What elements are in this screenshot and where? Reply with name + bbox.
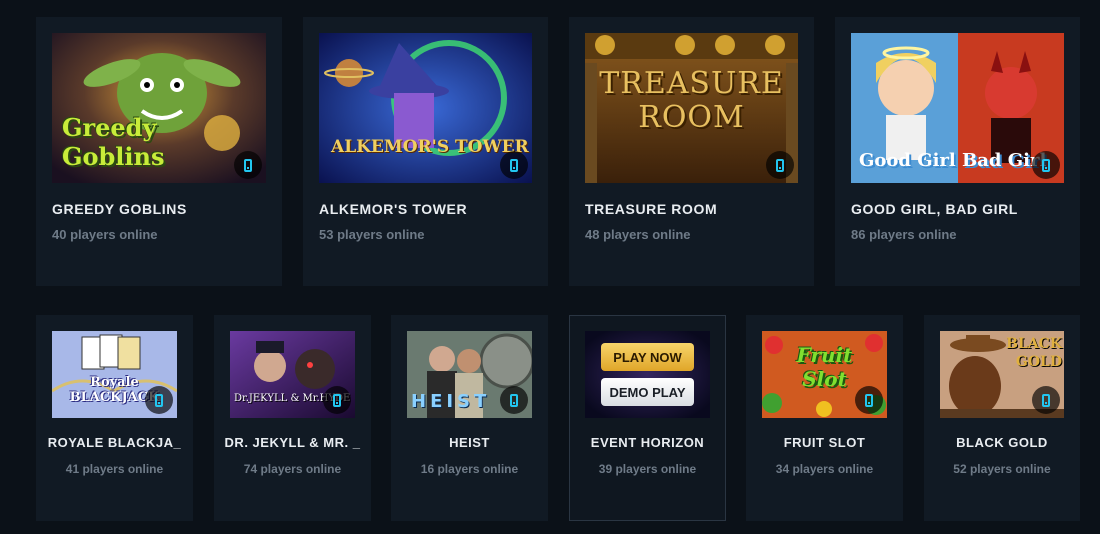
game-logo-text: BLACK GOLD [1006,336,1062,370]
game-thumbnail[interactable]: Royale BLACKJACK [52,331,177,418]
game-card-dr-jekyll[interactable]: Dr.JEKYLL & Mr.HYDE DR. JEKYLL & MR. _ 7… [214,315,371,521]
game-card-royale-blackjack[interactable]: Royale BLACKJACK ROYALE BLACKJA_ 41 play… [36,315,193,521]
game-thumbnail[interactable]: HEIST [407,331,532,418]
game-thumbnail[interactable]: Dr.JEKYLL & Mr.HYDE [230,331,355,418]
players-online: 74 players online [243,462,342,476]
game-title[interactable]: FRUIT SLOT [746,435,903,450]
game-title[interactable]: ALKEMOR'S TOWER [319,201,467,217]
players-online: 52 players online [953,462,1051,476]
players-online: 53 players online [319,227,425,242]
game-title[interactable]: GREEDY GOBLINS [52,201,187,217]
game-logo-text: ALKEMOR'S TOWER [331,137,529,157]
game-thumbnail[interactable]: ALKEMOR'S TOWER [319,33,532,183]
game-thumbnail[interactable]: Fruit Slot [762,331,887,418]
players-online: 16 players online [420,462,519,476]
game-thumbnail[interactable]: TREASURE ROOM [585,33,798,183]
game-card-fruit-slot[interactable]: Fruit Slot FRUIT SLOT 34 players online [746,315,903,521]
game-logo-text: TREASURE ROOM [599,66,784,135]
players-online: 86 players online [851,227,957,242]
demo-play-button[interactable]: DEMO PLAY [601,378,694,406]
players-online: 48 players online [585,227,691,242]
mobile-phone-icon [855,386,883,414]
game-title[interactable]: ROYALE BLACKJA_ [36,435,193,450]
game-title[interactable]: GOOD GIRL, BAD GIRL [851,201,1018,217]
game-card-good-girl-bad-girl[interactable]: Good Girl Bad Girl GOOD GIRL, BAD GIRL 8… [835,17,1080,286]
play-now-button[interactable]: PLAY NOW [601,343,694,371]
game-card-greedy-goblins[interactable]: Greedy Goblins GREEDY GOBLINS 40 players… [36,17,282,286]
game-card-alkemors-tower[interactable]: ALKEMOR'S TOWER ALKEMOR'S TOWER 53 playe… [303,17,548,286]
mobile-phone-icon [500,151,528,179]
game-card-heist[interactable]: HEIST HEIST 16 players online [391,315,548,521]
players-online: 40 players online [52,227,158,242]
game-title[interactable]: EVENT HORIZON [570,435,725,450]
mobile-phone-icon [766,151,794,179]
game-thumbnail[interactable]: PLAY NOW DEMO PLAY [585,331,710,418]
players-online: 34 players online [775,462,874,476]
game-title[interactable]: TREASURE ROOM [585,201,717,217]
mobile-phone-icon [1032,386,1060,414]
players-online: 39 players online [598,462,697,476]
mobile-phone-icon [145,386,173,414]
game-thumbnail[interactable]: Good Girl Bad Girl [851,33,1064,183]
mobile-phone-icon [1032,151,1060,179]
game-title[interactable]: HEIST [391,435,548,450]
players-online: 41 players online [65,462,164,476]
game-thumbnail[interactable]: BLACK GOLD [940,331,1064,418]
game-thumbnail[interactable]: Greedy Goblins [52,33,266,183]
mobile-phone-icon [323,386,351,414]
game-logo-text: HEIST [411,391,491,412]
mobile-phone-icon [234,151,262,179]
game-title[interactable]: BLACK GOLD [924,435,1080,450]
game-card-treasure-room[interactable]: TREASURE ROOM TREASURE ROOM 48 players o… [569,17,814,286]
game-card-event-horizon[interactable]: PLAY NOW DEMO PLAY EVENT HORIZON 39 play… [569,315,726,521]
game-title[interactable]: DR. JEKYLL & MR. _ [214,435,371,450]
game-logo-text: Good Girl Bad Girl [859,150,1047,171]
game-logo-text: Fruit Slot [796,343,853,391]
mobile-phone-icon [500,386,528,414]
game-card-black-gold[interactable]: BLACK GOLD BLACK GOLD 52 players online [924,315,1080,521]
